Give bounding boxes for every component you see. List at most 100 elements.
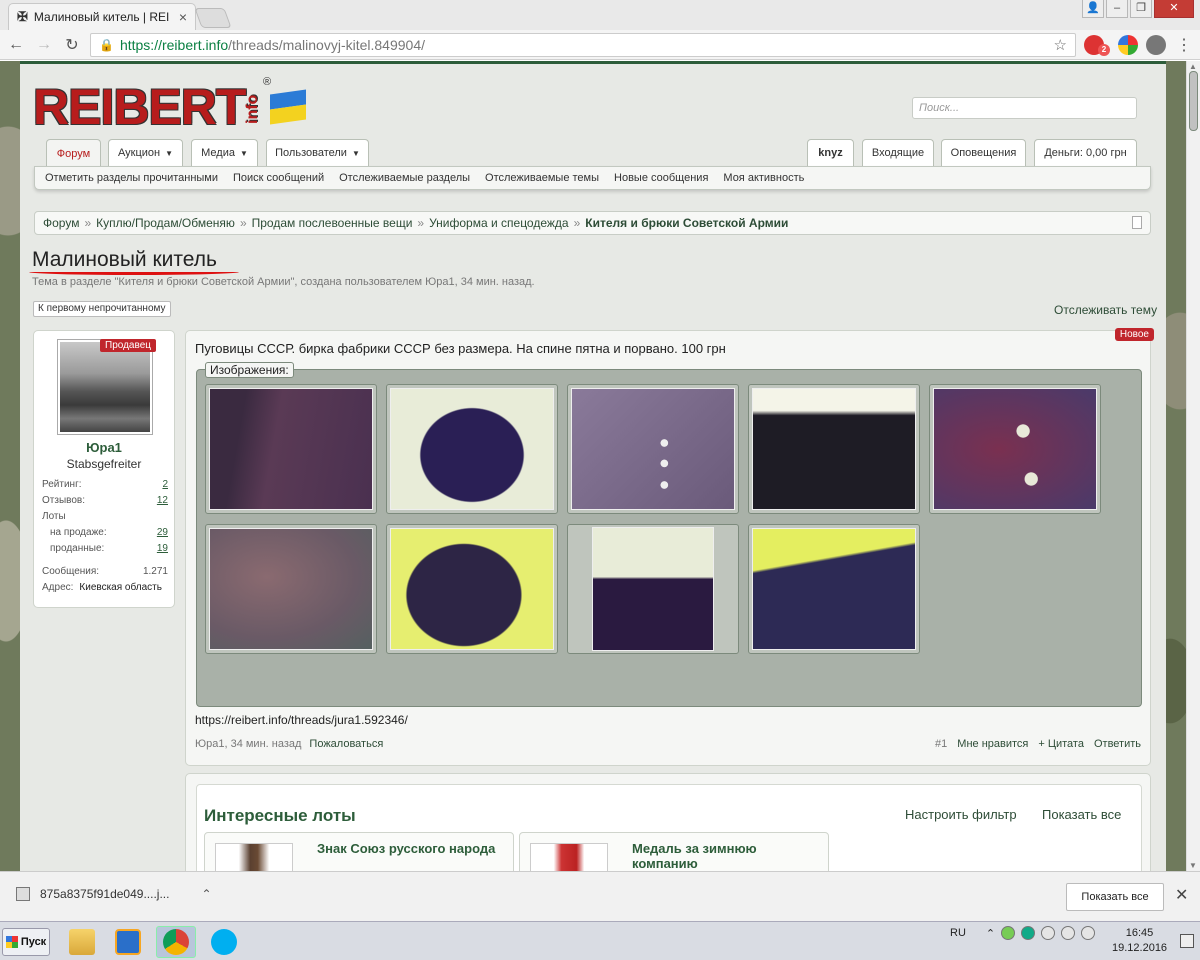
gallery-thumbnail[interactable] (567, 524, 739, 654)
gallery-thumbnail[interactable] (205, 524, 377, 654)
taskbar-explorer[interactable] (62, 926, 102, 958)
new-tab-button[interactable] (194, 8, 232, 28)
stat-on-sale: на продаже: 29 (50, 527, 168, 538)
show-all-lots-link[interactable]: Показать все (1042, 807, 1121, 822)
page-scrollbar[interactable]: ▲ ▼ (1186, 61, 1200, 871)
first-unread-button[interactable]: К первому непрочитанному (33, 301, 171, 317)
minimize-button[interactable]: – (1106, 0, 1128, 18)
extension-puzzle-icon[interactable] (1118, 34, 1138, 55)
tray-expand-icon[interactable]: ⌃ (986, 927, 995, 940)
gallery-thumbnail[interactable] (748, 384, 920, 514)
tab-media[interactable]: Медиа ▼ (191, 139, 258, 166)
taskbar-chrome[interactable] (156, 926, 196, 958)
lot-name[interactable]: Медаль за зимнюю компанию (632, 841, 812, 871)
gallery-thumbnail[interactable] (748, 524, 920, 654)
close-tab-icon[interactable]: × (179, 9, 187, 25)
post-link[interactable]: https://reibert.info/threads/jura1.59234… (195, 713, 408, 727)
lot-card[interactable]: Медаль за зимнюю компанию (519, 832, 829, 871)
scroll-down-icon[interactable]: ▼ (1189, 861, 1197, 870)
profile-icon[interactable]: 👤 (1082, 0, 1104, 18)
lot-name[interactable]: Знак Союз русского народа (317, 841, 497, 856)
lot-image[interactable] (530, 843, 608, 871)
tray-app-icon[interactable] (1021, 926, 1036, 940)
page-icon[interactable] (1132, 216, 1142, 229)
stat-label: Рейтинг: (42, 479, 82, 490)
chevron-up-icon[interactable]: ⌃ (201, 887, 211, 901)
lot-image[interactable] (215, 843, 293, 871)
taskbar-media-player[interactable] (108, 926, 148, 958)
quote-link[interactable]: + Цитата (1038, 738, 1084, 750)
flag-icon[interactable] (1041, 926, 1056, 940)
breadcrumb-item[interactable]: Куплю/Продам/Обменяю (96, 216, 235, 230)
username[interactable]: Юра1 (34, 440, 174, 455)
extension-sync-icon[interactable] (1146, 34, 1166, 55)
stat-value[interactable]: 12 (157, 495, 168, 506)
stat-value[interactable]: 19 (157, 543, 168, 554)
breadcrumb-item[interactable]: Форум (43, 216, 79, 230)
tab-forum[interactable]: Форум (46, 139, 101, 167)
tab-auction[interactable]: Аукцион ▼ (108, 139, 183, 166)
network-icon[interactable] (1061, 926, 1076, 940)
tab-alerts[interactable]: Оповещения (941, 139, 1026, 166)
language-indicator[interactable]: RU (950, 927, 966, 939)
subnav-watched-forums[interactable]: Отслеживаемые разделы (339, 172, 470, 184)
breadcrumb: Форум » Куплю/Продам/Обменяю » Продам посл… (34, 211, 1151, 235)
subnav-mark-read[interactable]: Отметить разделы прочитанными (45, 172, 218, 184)
subnav-new-posts[interactable]: Новые сообщения (614, 172, 708, 184)
chrome-icon (163, 929, 189, 955)
gallery-thumbnail[interactable] (929, 384, 1101, 514)
user-rank: Stabsgefreiter (66, 457, 142, 471)
breadcrumb-item-current[interactable]: Кителя и брюки Советской Армии (585, 216, 788, 230)
subnav-my-activity[interactable]: Моя активность (723, 172, 804, 184)
chevron-down-icon: ▼ (239, 148, 248, 158)
avatar[interactable] (57, 339, 153, 435)
lot-card[interactable]: Знак Союз русского народа (204, 832, 514, 871)
breadcrumb-separator: » (417, 216, 425, 230)
volume-icon[interactable] (1081, 926, 1096, 940)
tab-label: knyz (818, 147, 843, 159)
subnav-search-posts[interactable]: Поиск сообщений (233, 172, 324, 184)
breadcrumb-item[interactable]: Продам послевоенные вещи (252, 216, 413, 230)
configure-filter-link[interactable]: Настроить фильтр (905, 807, 1017, 822)
watch-thread-link[interactable]: Отслеживать тему (1054, 303, 1157, 317)
stat-value[interactable]: 29 (157, 527, 168, 538)
tab-money[interactable]: Деньги: 0,00 грн (1034, 139, 1137, 166)
tab-users[interactable]: Пользователи ▼ (266, 139, 369, 166)
menu-icon[interactable]: ⋮ (1174, 35, 1194, 55)
gallery-thumbnail[interactable] (386, 384, 558, 514)
notification-icon[interactable] (1180, 934, 1194, 948)
like-link[interactable]: Мне нравится (957, 738, 1028, 750)
clock[interactable]: 16:45 19.12.2016 (1112, 926, 1167, 956)
browser-tab[interactable]: ✠ Малиновый китель | REI × (8, 3, 196, 30)
tray-app-icon[interactable] (1001, 926, 1016, 940)
gallery-thumbnail[interactable] (386, 524, 558, 654)
stat-value[interactable]: 2 (162, 479, 168, 490)
search-input[interactable]: Поиск... (912, 97, 1137, 119)
gallery-thumbnail[interactable] (205, 384, 377, 514)
breadcrumb-item[interactable]: Униформа и спецодежда (429, 216, 569, 230)
post-number[interactable]: #1 (935, 738, 947, 750)
restore-button[interactable]: ❐ (1130, 0, 1152, 18)
reload-icon[interactable]: ↻ (62, 35, 82, 55)
address-bar[interactable]: 🔒 https://reibert.info/threads/malinovyj… (90, 32, 1076, 57)
show-all-downloads-button[interactable]: Показать все (1066, 883, 1164, 911)
tab-inbox[interactable]: Входящие (862, 139, 934, 166)
taskbar-skype[interactable] (204, 926, 244, 958)
scrollbar-thumb[interactable] (1189, 71, 1198, 131)
gallery-thumbnail[interactable] (567, 384, 739, 514)
report-link[interactable]: Пожаловаться (309, 738, 383, 750)
tab-account[interactable]: knyz (807, 139, 854, 166)
reply-link[interactable]: Ответить (1094, 738, 1141, 750)
bookmark-star-icon[interactable]: ☆ (1054, 36, 1067, 54)
download-item[interactable]: 875a8375f91de049....j... ⌃ (16, 887, 212, 901)
post-footer: Юра1, 34 мин. назад Пожаловаться #1 Мне … (195, 738, 1141, 750)
site-logo[interactable]: REIBERT (33, 78, 246, 136)
close-icon[interactable]: ✕ (1175, 885, 1188, 905)
subnav-watched-threads[interactable]: Отслеживаемые темы (485, 172, 599, 184)
back-icon[interactable]: ← (6, 36, 26, 54)
scroll-up-icon[interactable]: ▲ (1189, 62, 1197, 71)
start-button[interactable]: Пуск (2, 928, 50, 956)
close-window-button[interactable]: ✕ (1154, 0, 1194, 18)
forward-icon[interactable]: → (34, 36, 54, 54)
post-author-time[interactable]: Юра1, 34 мин. назад (195, 738, 301, 750)
